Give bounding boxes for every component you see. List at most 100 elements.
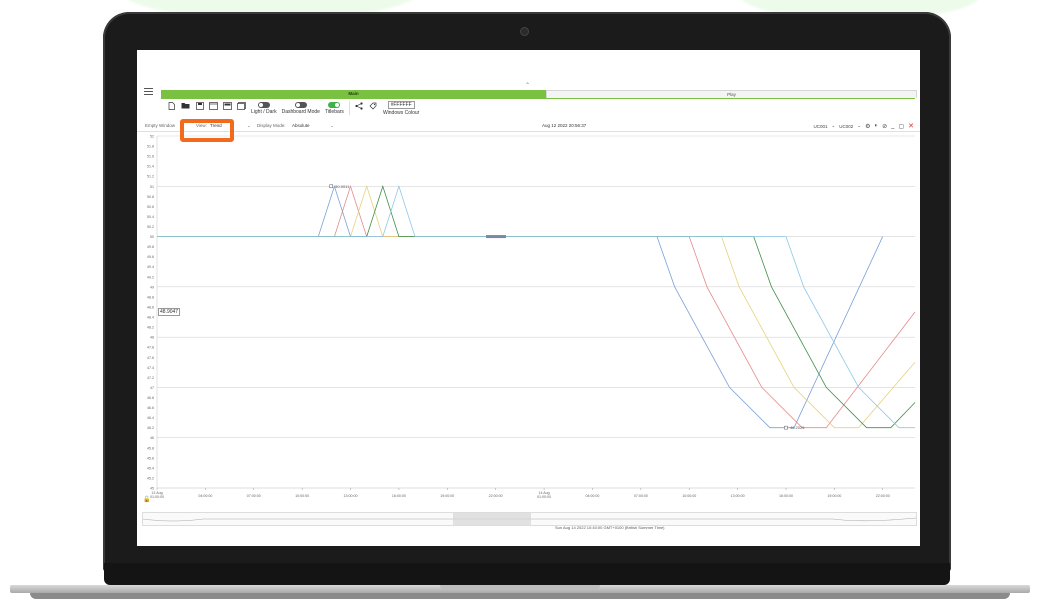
titlebars-label: Titlebars (324, 109, 344, 115)
y-tick-label: 51.8 (147, 145, 154, 149)
utc-left-select[interactable]: UC001 (813, 124, 827, 129)
window-icon (209, 101, 218, 110)
menu-icon[interactable] (144, 88, 153, 96)
x-tick-label: 10:00:00 (295, 494, 309, 498)
x-tick-label: 07:00:00 (634, 494, 648, 498)
window-actions: UC001 ⌄ UC002 ⌄ ⚙ ◐ ⊘ _ ▢ ✕ (813, 122, 914, 130)
utc-right-select[interactable]: UC002 (839, 124, 853, 129)
series-line-1 (157, 184, 884, 429)
y-tick-label: 47.8 (147, 346, 154, 350)
layers-icon (237, 101, 246, 110)
trend-chart[interactable]: 52 51.8 51.6 51.4 51.2 51 50.8 50.6 50.4 50.2 50 49… (137, 132, 920, 512)
y-tick-label: 45.2 (147, 476, 154, 480)
annotation-marker (329, 184, 333, 189)
lock-icon[interactable]: 🔓 (143, 496, 150, 503)
windows-colour-label: Windows Colour (382, 110, 420, 116)
y-tick-label: 48.8 (147, 295, 154, 299)
light-dark-switch[interactable] (257, 102, 270, 108)
y-tick-label: 49.4 (147, 265, 154, 269)
link-icon[interactable]: ⊘ (882, 123, 887, 130)
y-tick-label: 51 (150, 185, 154, 189)
display-mode-label: Display Mode: (257, 123, 286, 128)
share-icon (355, 101, 364, 110)
series-line-2 (157, 184, 916, 429)
chevron-down-icon[interactable]: ⌄ (831, 123, 835, 129)
y-tick-label: 45.8 (147, 446, 154, 450)
y-tick-label: 49 (150, 285, 154, 289)
y-tick-label: 45.4 (147, 466, 154, 470)
overview-window-handle[interactable] (453, 513, 531, 525)
save-icon (195, 101, 204, 110)
new-file-button[interactable] (167, 101, 176, 110)
windows-colour-swatch[interactable]: #FFFFFF (387, 101, 415, 109)
titlebars-switch[interactable] (328, 102, 341, 108)
series-line-5 (157, 184, 915, 429)
collapse-chevron-icon[interactable]: ⌃ (525, 82, 530, 89)
light-dark-toggle[interactable]: Light / Dark (251, 101, 277, 115)
y-tick-label: 47.2 (147, 376, 154, 380)
minimize-icon[interactable]: _ (891, 123, 894, 129)
save-button[interactable] (195, 101, 204, 110)
toolbar: Light / Dark Dashboard Mode Titlebars #F… (167, 101, 419, 117)
laptop-base (0, 563, 1040, 601)
y-tick-label: 50.6 (147, 205, 154, 209)
x-tick-label: 22:00:00 (876, 494, 890, 498)
y-tick-label: 50 (150, 235, 154, 239)
camera (521, 28, 528, 35)
y-tick-label: 49.8 (147, 245, 154, 249)
timeline-overview[interactable] (142, 512, 917, 526)
toolbar-divider (348, 101, 350, 115)
annotation-label: 46.2025 (790, 425, 805, 430)
x-tick-label: 19:00:00 (440, 494, 454, 498)
annotation-marker (784, 425, 788, 430)
open-folder-icon (181, 101, 190, 110)
open-folder-button[interactable] (181, 101, 190, 110)
y-tick-label: 45.6 (147, 456, 154, 460)
tab-underline (161, 98, 915, 99)
y-tick-label: 45 (150, 487, 154, 491)
chevron-down-icon[interactable]: ⌄ (857, 123, 861, 129)
view-highlight-box (180, 119, 234, 142)
layout-button[interactable] (223, 101, 232, 110)
dashboard-mode-switch[interactable] (294, 102, 307, 108)
y-tick-label: 49.2 (147, 275, 154, 279)
display-mode-select[interactable]: Absolute (292, 123, 310, 128)
display-mode-dropdown-icon[interactable]: ⌄ (330, 123, 334, 129)
view-dropdown-icon[interactable]: ⌄ (247, 123, 251, 129)
timestamp: Aug 12 2022 20:56:37 (542, 123, 587, 128)
annotation-label: 50.0011 (335, 184, 350, 189)
new-file-icon (167, 101, 176, 110)
x-tick-label: 16:00:00 (392, 494, 406, 498)
tab-play[interactable]: Play (546, 90, 917, 98)
x-tick-label: 19:00:00 (827, 494, 841, 498)
titlebars-toggle[interactable]: Titlebars (325, 101, 344, 115)
maximize-icon[interactable]: ▢ (898, 123, 904, 130)
y-tick-label: 47.4 (147, 366, 154, 370)
y-tick-label: 49.6 (147, 255, 154, 259)
windows-colour-button[interactable]: #FFFFFF Windows Colour (383, 101, 419, 116)
share-button[interactable] (355, 101, 364, 110)
layers-button[interactable] (237, 101, 246, 110)
tag-button[interactable] (369, 101, 378, 110)
x-tick-label: 04:00:00 (585, 494, 599, 498)
y-tick-label: 46.8 (147, 396, 154, 400)
dashboard-mode-toggle[interactable]: Dashboard Mode (282, 101, 320, 115)
window-button[interactable] (209, 101, 218, 110)
palette-icon[interactable]: ◐ (874, 123, 878, 129)
y-tick-label: 51.4 (147, 165, 154, 169)
gear-icon[interactable]: ⚙ (865, 123, 870, 130)
y-tick-label: 48.2 (147, 326, 154, 330)
y-tick-label: 48.6 (147, 305, 154, 309)
y-tick-label: 46 (150, 436, 154, 440)
light-dark-label: Light / Dark (251, 109, 277, 115)
y-tick-label: 50.2 (147, 225, 154, 229)
laptop-foot (30, 593, 1010, 599)
status-text: Sun Aug 14 2022 10:40:00 GMT+0100 (Briti… (555, 525, 665, 530)
tag-icon (369, 101, 378, 110)
dashboard-mode-label: Dashboard Mode (281, 109, 320, 115)
tab-main[interactable]: Main (161, 90, 546, 98)
series-line-3 (157, 184, 916, 429)
y-tick-label: 46.2 (147, 426, 154, 430)
x-tick-label: 16:00:00 (779, 494, 793, 498)
close-icon[interactable]: ✕ (908, 122, 914, 130)
